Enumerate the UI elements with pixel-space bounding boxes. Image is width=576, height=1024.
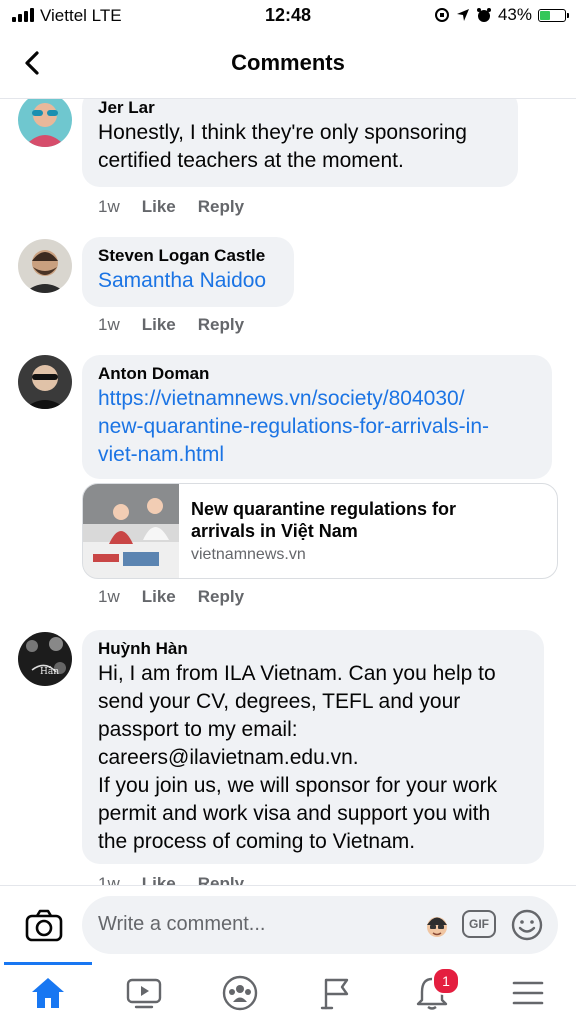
active-tab-indicator [4, 962, 92, 965]
comment-link[interactable]: https://vietnamnews.vn/society/804030/ n… [98, 385, 536, 469]
menu-icon [512, 981, 544, 1005]
location-icon [456, 9, 469, 21]
avatar[interactable] [18, 99, 72, 147]
avatar-sticker-icon[interactable] [422, 910, 452, 940]
comment-input-placeholder: Write a comment... [98, 913, 266, 935]
status-bar: Viettel LTE 12:48 43% [0, 0, 576, 30]
home-icon [32, 978, 64, 1008]
mention-link[interactable]: Samantha Naidoo [98, 267, 278, 295]
comment-time[interactable]: 1w [98, 587, 120, 607]
like-button[interactable]: Like [142, 197, 176, 217]
comment-bubble[interactable]: Jer Lar Honestly, I think they're only s… [82, 99, 518, 187]
status-right: 43% [434, 5, 569, 25]
tab-bar: 1 [0, 962, 576, 1024]
page-title: Comments [231, 50, 345, 75]
comment-author[interactable]: Jer Lar [98, 99, 502, 119]
notification-badge: 1 [432, 967, 460, 995]
tab-watch[interactable] [124, 975, 164, 1011]
like-button[interactable]: Like [142, 587, 176, 607]
avatar[interactable] [18, 239, 72, 293]
battery-icon [538, 8, 569, 22]
screen-lock-icon [434, 8, 449, 22]
tab-pages[interactable] [316, 975, 356, 1011]
comment-text: Hi, I am from ILA Vietnam. Can you help … [98, 662, 498, 853]
battery-percent: 43% [497, 5, 532, 24]
comment-actions: 1w Like Reply [98, 197, 244, 217]
comment-time[interactable]: 1w [98, 874, 120, 885]
tab-notifications[interactable]: 1 [412, 967, 460, 1011]
camera-icon[interactable] [24, 908, 64, 944]
comment-composer: Write a comment... GIF [0, 885, 576, 966]
comment-actions: 1w Like Reply [98, 315, 244, 335]
reply-button[interactable]: Reply [198, 315, 244, 335]
flag-icon [320, 978, 349, 1010]
alarm-icon [476, 8, 491, 22]
svg-text:Hân: Hân [40, 666, 59, 677]
comment-input[interactable]: Write a comment... GIF [82, 896, 558, 954]
comments-list: Jer Lar Honestly, I think they're only s… [0, 99, 576, 885]
tab-groups[interactable] [220, 975, 260, 1011]
emoji-icon[interactable] [510, 908, 544, 942]
avatar[interactable] [18, 355, 72, 409]
comment-bubble[interactable]: Anton Doman https://vietnamnews.vn/socie… [82, 355, 552, 479]
comment-time[interactable]: 1w [98, 197, 120, 217]
comment-author[interactable]: Steven Logan Castle [98, 245, 278, 267]
comment-bubble[interactable]: Huỳnh Hàn Hi, I am from ILA Vietnam. Can… [82, 630, 544, 864]
link-preview-title: New quarantine regulations for arrivals … [191, 499, 457, 541]
comment-actions: 1w Like Reply [98, 874, 244, 885]
comment-author[interactable]: Anton Doman [98, 363, 536, 385]
gif-button[interactable]: GIF [462, 910, 496, 938]
groups-icon [222, 975, 258, 1011]
comment-text: Honestly, I think they're only sponsorin… [98, 121, 467, 172]
like-button[interactable]: Like [142, 315, 176, 335]
tab-home[interactable] [28, 975, 68, 1011]
avatar[interactable]: Hân [18, 632, 72, 686]
comment-bubble[interactable]: Steven Logan Castle Samantha Naidoo [82, 237, 294, 307]
header: Comments [0, 30, 576, 99]
link-preview-thumbnail [83, 484, 179, 578]
tab-menu[interactable] [508, 975, 548, 1011]
link-preview-card[interactable]: New quarantine regulations for arrivals … [82, 483, 558, 579]
comment-time[interactable]: 1w [98, 315, 120, 335]
watch-video-icon [126, 978, 162, 1009]
like-button[interactable]: Like [142, 874, 176, 885]
comment-author[interactable]: Huỳnh Hàn [98, 638, 528, 660]
reply-button[interactable]: Reply [198, 874, 244, 885]
reply-button[interactable]: Reply [198, 197, 244, 217]
comment-actions: 1w Like Reply [98, 587, 244, 607]
link-preview-domain: vietnamnews.vn [191, 546, 306, 563]
reply-button[interactable]: Reply [198, 587, 244, 607]
